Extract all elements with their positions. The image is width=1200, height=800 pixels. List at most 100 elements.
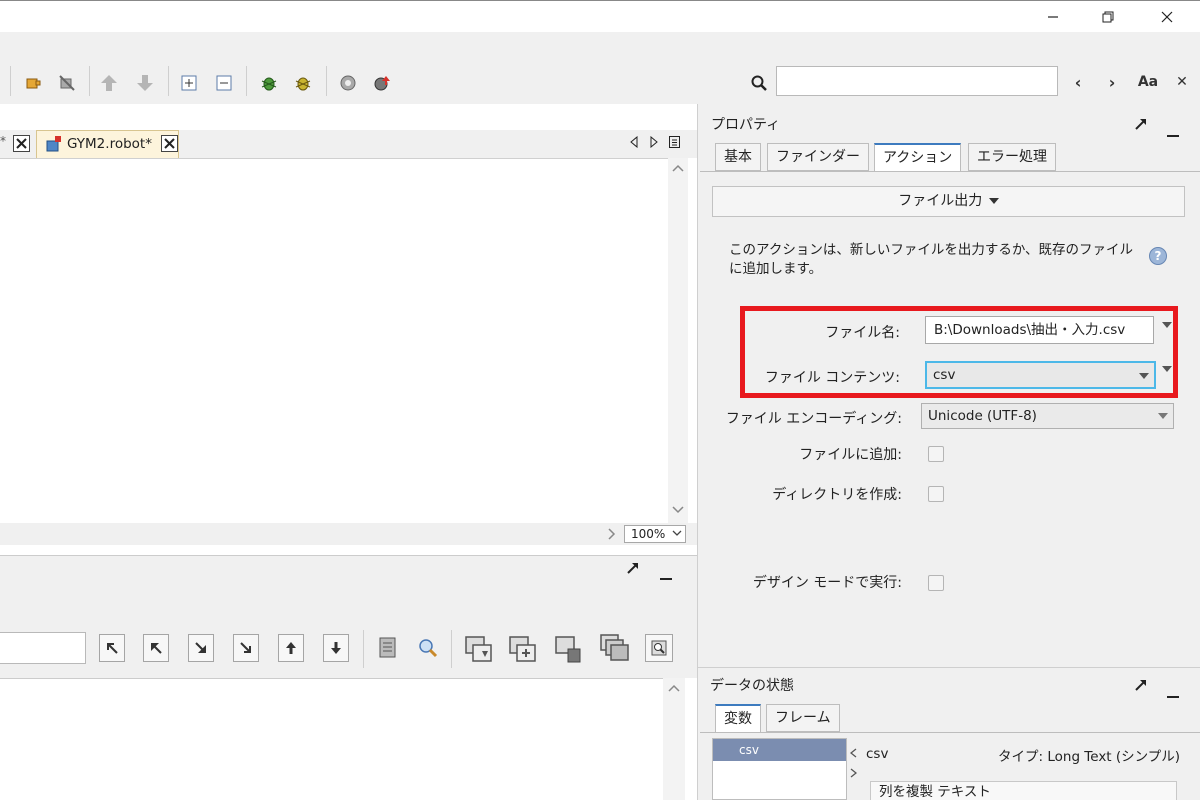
close-search-button[interactable]: ✕ — [1170, 70, 1194, 94]
arrow-up-button[interactable] — [278, 634, 304, 662]
editor-canvas[interactable] — [0, 158, 668, 523]
chevron-up-icon — [672, 164, 684, 172]
zoom-value: 100% — [631, 527, 666, 541]
arrow-up-left-button[interactable] — [99, 634, 125, 662]
arrow-up-left-icon — [151, 643, 162, 654]
minimize-panel-icon[interactable] — [1166, 685, 1180, 704]
chevron-left-icon[interactable] — [850, 748, 857, 758]
arrow-down-button[interactable] — [323, 634, 349, 662]
close-tab-button[interactable] — [161, 135, 178, 152]
move-up-icon[interactable] — [98, 72, 120, 94]
append-file-checkbox[interactable] — [928, 446, 944, 462]
frames-copy-icon[interactable] — [599, 633, 631, 669]
frame-export-icon[interactable] — [464, 635, 494, 669]
file-content-options-icon[interactable] — [1162, 366, 1172, 372]
collapse-icon[interactable] — [213, 72, 235, 94]
action-type-dropdown[interactable]: ファイル出力 — [712, 186, 1185, 217]
file-content-select[interactable]: csv — [925, 361, 1156, 389]
search-input[interactable] — [776, 66, 1058, 96]
frame-add-icon[interactable] — [508, 635, 538, 669]
variable-item-csv[interactable]: csv — [713, 739, 846, 761]
expand-icon[interactable] — [178, 72, 200, 94]
properties-title: プロパティ — [711, 117, 781, 133]
editor-scrollbar[interactable] — [668, 158, 688, 523]
zoom-select[interactable]: 100% — [624, 525, 686, 543]
create-dir-label: ディレクトリを作成: — [772, 487, 902, 503]
minimize-button[interactable] — [1030, 1, 1076, 33]
file-encoding-select[interactable]: Unicode (UTF-8) — [921, 403, 1174, 429]
action-description: このアクションは、新しいファイルを出力するか、既存のファイルに追加します。 — [729, 242, 1134, 277]
close-prev-tab-button[interactable] — [13, 135, 30, 152]
arrow-down-right-button[interactable] — [188, 634, 214, 662]
move-down-icon[interactable] — [134, 72, 156, 94]
frame-delete-icon[interactable] — [554, 635, 584, 669]
plugin-connect-icon[interactable] — [22, 72, 44, 94]
undock-icon[interactable] — [1134, 116, 1148, 135]
debug-bug-icon[interactable] — [258, 72, 280, 94]
toolbar-separator — [10, 66, 11, 96]
search-next-button[interactable]: › — [1100, 70, 1124, 94]
minimize-panel-icon[interactable] — [1166, 124, 1180, 143]
debug-bug-step-icon[interactable] — [292, 72, 314, 94]
plugin-disconnect-icon[interactable] — [56, 72, 78, 94]
tab-scroll-left-icon[interactable] — [630, 135, 638, 152]
settings-gear-icon[interactable] — [337, 72, 359, 94]
chevron-down-icon — [672, 506, 684, 514]
restore-button[interactable] — [1085, 1, 1131, 33]
close-icon — [16, 138, 27, 149]
editor-tab-label: GYM2.robot* — [67, 136, 152, 152]
arrow-up-left-icon — [107, 643, 118, 654]
upload-gear-icon[interactable] — [371, 72, 393, 94]
tab-scroll-right-icon[interactable] — [650, 135, 658, 152]
undock-icon[interactable] — [1134, 677, 1148, 696]
variable-detail-row: 列を複製 テキスト — [870, 781, 1177, 800]
editor-status-bar — [0, 523, 697, 545]
tab-list-icon[interactable] — [669, 136, 680, 152]
lower-panel-content[interactable] — [0, 678, 663, 800]
lower-panel-scrollbar[interactable] — [663, 678, 685, 800]
lower-panel-header — [0, 555, 697, 583]
lower-filter-input[interactable] — [0, 632, 86, 664]
lower-panel-toolbar — [0, 583, 697, 678]
variable-name: csv — [866, 746, 889, 762]
file-content-label: ファイル コンテンツ: — [764, 370, 900, 386]
design-mode-label: デザイン モードで実行: — [752, 575, 902, 591]
toolbar-separator — [363, 630, 364, 668]
caret-down-icon — [988, 197, 999, 204]
prev-tab-fragment: * — [0, 134, 6, 148]
arrow-up-left-alt-button[interactable] — [143, 634, 169, 662]
tab-action[interactable]: アクション — [874, 143, 962, 171]
filename-input[interactable]: B:\Downloads\抽出・入力.csv — [925, 316, 1154, 344]
zoom-search-icon[interactable] — [418, 638, 438, 662]
toolbar-separator — [246, 66, 247, 96]
search-prev-button[interactable]: ‹ — [1066, 70, 1090, 94]
arrow-down-icon — [331, 642, 341, 654]
tab-frames[interactable]: フレーム — [766, 704, 840, 732]
filename-options-icon[interactable] — [1162, 322, 1172, 328]
design-mode-checkbox[interactable] — [928, 575, 944, 591]
undock-icon[interactable] — [626, 560, 640, 579]
tab-variables[interactable]: 変数 — [715, 704, 761, 732]
close-icon — [1161, 11, 1173, 23]
tab-gym2-robot[interactable]: GYM2.robot* — [36, 130, 179, 158]
document-icon[interactable] — [377, 636, 399, 664]
file-content-value: csv — [933, 367, 956, 383]
robot-file-icon — [46, 136, 61, 152]
caret-down-icon — [1158, 413, 1168, 419]
chevron-right-icon[interactable] — [608, 528, 616, 540]
frame-search-button[interactable] — [645, 634, 673, 662]
append-file-label: ファイルに追加: — [799, 447, 902, 463]
arrow-down-right-icon — [195, 642, 206, 653]
tab-error-handling[interactable]: エラー処理 — [968, 143, 1056, 171]
arrow-down-right-end-button[interactable] — [233, 634, 259, 662]
match-case-button[interactable]: Aa — [1134, 70, 1162, 94]
create-dir-checkbox[interactable] — [928, 486, 944, 502]
tab-basic[interactable]: 基本 — [715, 143, 761, 171]
file-encoding-value: Unicode (UTF-8) — [928, 408, 1037, 424]
close-window-button[interactable] — [1144, 1, 1190, 33]
help-icon[interactable]: ? — [1149, 247, 1167, 265]
toolbar-separator — [89, 66, 90, 96]
caret-down-icon — [1139, 373, 1149, 379]
chevron-right-icon[interactable] — [850, 768, 857, 778]
tab-finder[interactable]: ファインダー — [767, 143, 869, 171]
